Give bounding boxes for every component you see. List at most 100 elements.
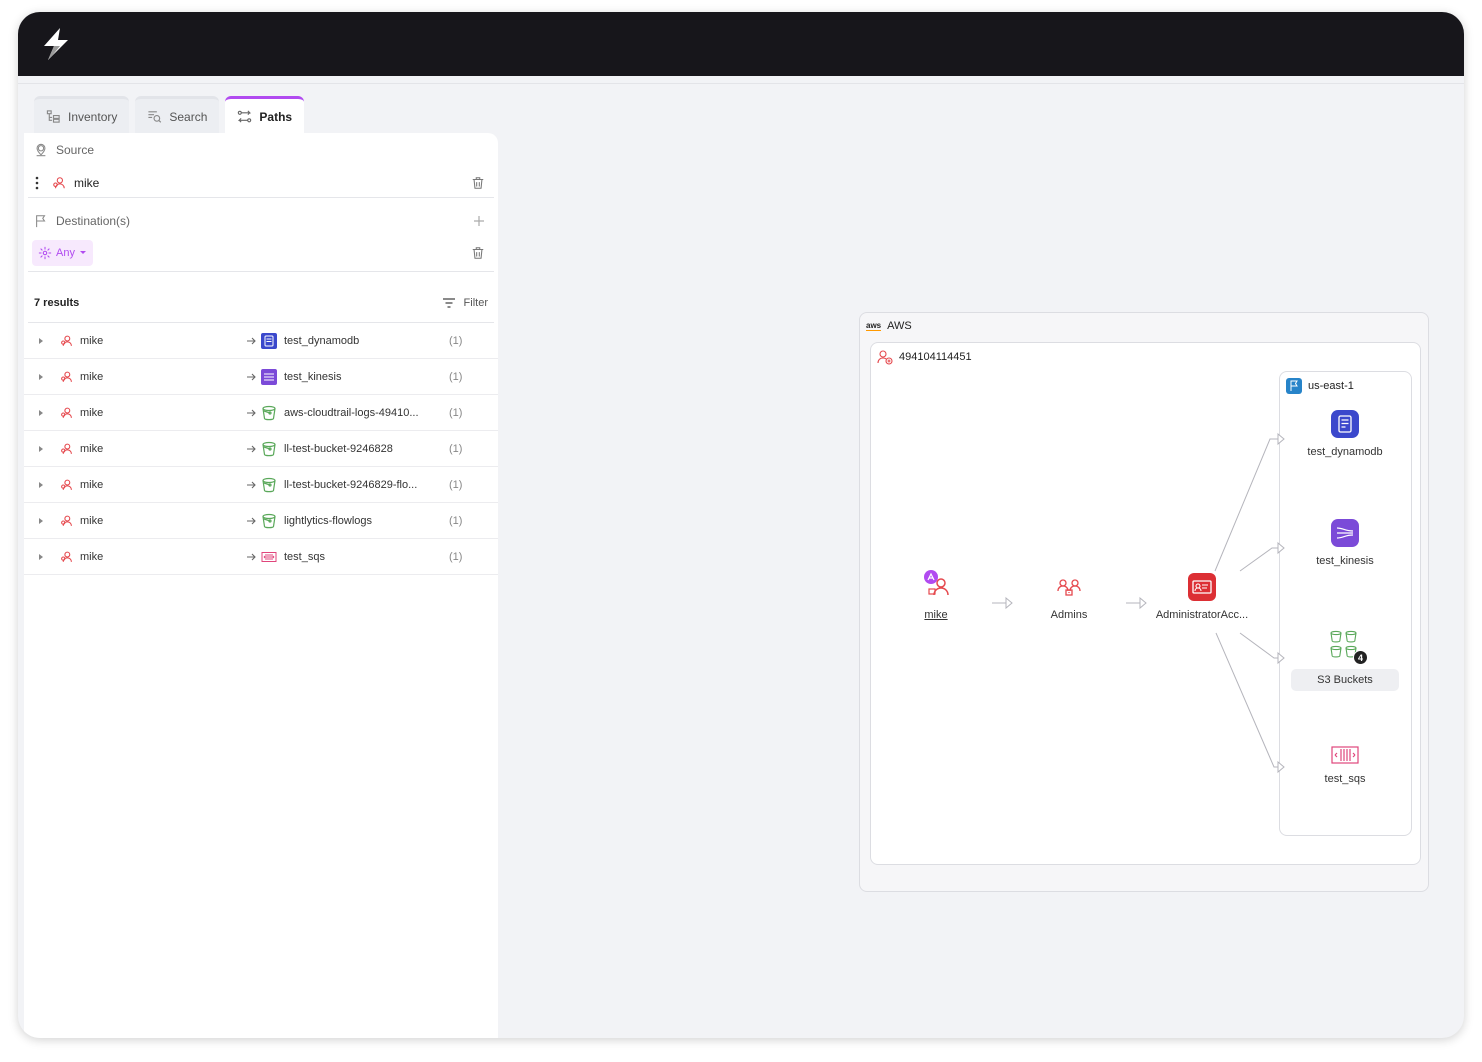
- arrow-right-icon: [247, 481, 256, 488]
- row-count: (1): [449, 478, 463, 491]
- user-icon: [61, 407, 72, 418]
- kinesis-icon: [261, 368, 277, 385]
- expand-caret-icon[interactable]: [38, 517, 44, 524]
- row-count: (1): [449, 406, 463, 419]
- row-count: (1): [449, 370, 463, 383]
- row-source: mike: [80, 370, 104, 383]
- sqs-icon: [261, 551, 277, 562]
- destination-heading: Destination(s): [34, 214, 130, 228]
- s3-count-badge: 4: [1353, 650, 1368, 665]
- node-kinesis-label: test_kinesis: [1316, 555, 1374, 567]
- tab-bar: Inventory Search Paths: [34, 96, 305, 134]
- filter-icon: [442, 298, 455, 308]
- row-count: (1): [449, 550, 463, 563]
- source-row[interactable]: mike: [34, 169, 488, 197]
- flag-icon: [36, 215, 46, 228]
- row-destination: ll-test-bucket-9246829-flo...: [284, 478, 418, 491]
- node-test-kinesis[interactable]: test_kinesis: [1285, 519, 1405, 567]
- node-test-dynamodb[interactable]: test_dynamodb: [1285, 410, 1405, 458]
- user-with-role-icon: [924, 570, 949, 596]
- row-source: mike: [80, 514, 104, 527]
- row-source: mike: [80, 334, 104, 347]
- user-icon: [61, 443, 72, 454]
- tab-search[interactable]: Search: [135, 96, 220, 134]
- node-s3-buckets[interactable]: 4 S3 Buckets: [1285, 629, 1405, 691]
- delete-destination-trash-icon[interactable]: [471, 246, 485, 260]
- user-icon: [61, 335, 72, 346]
- node-administrator-access[interactable]: AdministratorAcc...: [1142, 573, 1262, 621]
- tab-inventory-label: Inventory: [68, 109, 118, 124]
- arrow-right-icon: [247, 337, 256, 344]
- row-destination: ll-test-bucket-9246828: [284, 442, 393, 455]
- expand-caret-icon[interactable]: [38, 445, 44, 452]
- node-sqs-label: test_sqs: [1324, 773, 1366, 785]
- node-role-label: AdministratorAcc...: [1155, 609, 1249, 621]
- node-s3-label: S3 Buckets: [1291, 669, 1399, 691]
- tab-paths[interactable]: Paths: [225, 96, 305, 134]
- lightning-logo-icon[interactable]: [38, 26, 74, 62]
- delete-source-trash-icon[interactable]: [471, 176, 485, 190]
- arrow-right-icon: [247, 553, 256, 560]
- top-bar: [18, 12, 1464, 76]
- arrow-right-icon: [247, 409, 256, 416]
- row-destination: test_dynamodb: [284, 334, 360, 347]
- dynamodb-icon: [261, 332, 277, 349]
- table-row[interactable]: mike test_kinesis (1): [24, 359, 498, 395]
- arrow-right-icon: [247, 373, 256, 380]
- search-icon: [148, 111, 162, 123]
- divider: [28, 197, 494, 198]
- row-count: (1): [449, 514, 463, 527]
- expand-caret-icon[interactable]: [38, 373, 44, 380]
- node-admins[interactable]: Admins: [1009, 577, 1129, 621]
- source-heading-label: Source: [56, 143, 95, 157]
- filter-button[interactable]: Filter: [442, 297, 488, 309]
- node-test-sqs[interactable]: test_sqs: [1285, 745, 1405, 785]
- user-icon: [61, 371, 72, 382]
- node-dynamodb-label: test_dynamodb: [1307, 446, 1383, 458]
- arrow-right-icon: [247, 445, 256, 452]
- kinesis-icon: [1331, 519, 1359, 547]
- edge-role-kinesis: [1239, 541, 1285, 572]
- table-row[interactable]: mike lightlytics-flowlogs (1): [24, 503, 498, 539]
- s3-bucket-icon: [262, 477, 276, 492]
- source-value: mike: [74, 176, 100, 190]
- expand-caret-icon[interactable]: [38, 553, 44, 560]
- table-row[interactable]: mike test_dynamodb (1): [24, 323, 498, 359]
- results-header: 7 results Filter: [34, 291, 488, 315]
- row-count: (1): [449, 334, 463, 347]
- results-count: 7 results: [34, 297, 80, 309]
- drag-handle-icon[interactable]: [34, 176, 40, 190]
- node-mike[interactable]: mike: [876, 569, 996, 621]
- add-destination-plus-icon[interactable]: [473, 215, 485, 227]
- edge-role-s3: [1239, 632, 1285, 665]
- node-admins-label: Admins: [1050, 609, 1088, 621]
- expand-caret-icon[interactable]: [38, 409, 44, 416]
- sqs-icon: [1331, 746, 1359, 764]
- any-destination-dropdown[interactable]: Any: [32, 240, 93, 266]
- row-source: mike: [80, 478, 104, 491]
- expand-caret-icon[interactable]: [38, 337, 44, 344]
- app-window: Inventory Search Paths Source mike Desti…: [18, 12, 1464, 1038]
- table-row[interactable]: mike ll-test-bucket-9246828 (1): [24, 431, 498, 467]
- group-icon: [1057, 579, 1081, 596]
- arrow-right-icon: [247, 517, 256, 524]
- row-source: mike: [80, 442, 104, 455]
- table-row[interactable]: mike ll-test-bucket-9246829-flo... (1): [24, 467, 498, 503]
- node-mike-label[interactable]: mike: [924, 609, 947, 621]
- row-destination: aws-cloudtrail-logs-49410...: [284, 406, 419, 419]
- tab-search-label: Search: [169, 109, 208, 124]
- table-row[interactable]: mike test_sqs (1): [24, 539, 498, 575]
- expand-caret-icon[interactable]: [38, 481, 44, 488]
- tab-inventory[interactable]: Inventory: [34, 96, 130, 134]
- user-icon: [61, 515, 72, 526]
- target-icon: [38, 246, 52, 260]
- table-row[interactable]: mike aws-cloudtrail-logs-49410... (1): [24, 395, 498, 431]
- user-icon: [61, 551, 72, 562]
- row-count: (1): [449, 442, 463, 455]
- row-destination: lightlytics-flowlogs: [284, 514, 373, 527]
- paths-panel: Source mike Destination(s) Any 7 results…: [24, 133, 498, 1038]
- user-icon: [53, 177, 65, 189]
- divider: [28, 271, 494, 272]
- row-source: mike: [80, 406, 104, 419]
- row-destination: test_kinesis: [284, 370, 342, 383]
